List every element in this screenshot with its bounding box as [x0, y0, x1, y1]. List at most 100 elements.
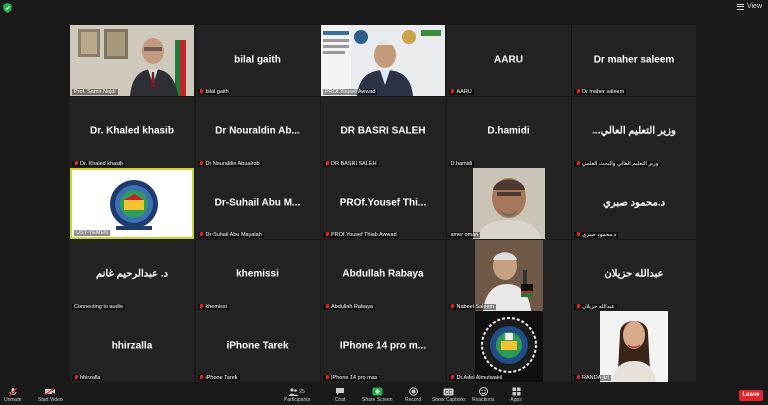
muted-mic-icon — [451, 89, 455, 95]
participant-tile[interactable]: PROf.Yousef Awwad — [321, 25, 445, 96]
apps-button[interactable]: Apps — [510, 386, 522, 403]
participant-tile[interactable]: عبدالله حزيلان عبدالله حزيلان — [572, 239, 696, 311]
reactions-smiley-icon — [477, 386, 489, 397]
participant-name-label: Dr Nouraldin Abualrob — [197, 160, 262, 167]
participant-tile[interactable]: amer omari — [446, 168, 571, 239]
participant-name-label: iPhone Tarek — [197, 375, 240, 381]
muted-mic-icon — [325, 160, 329, 167]
participant-photo — [446, 239, 571, 311]
participant-video — [321, 25, 445, 96]
participant-name: د. عبدالرحيم غانم — [96, 268, 168, 280]
muted-mic-icon — [451, 303, 455, 310]
participant-name: hhirzalla — [111, 339, 153, 351]
participant-name-label: khemissi — [197, 303, 229, 310]
svg-text:CC: CC — [445, 390, 453, 396]
participant-tile[interactable]: D.hamidi D.hamidi — [446, 96, 571, 168]
participant-tile[interactable]: د.محمود صبري د.محمود صبري — [572, 168, 696, 239]
muted-mic-icon — [200, 303, 204, 310]
participant-name-label: bilal gaith — [197, 89, 231, 95]
participant-name-label: Dr maher saleem — [574, 89, 627, 95]
view-button[interactable]: View — [736, 3, 762, 10]
participant-tile[interactable]: د. عبدالرحيم غانم Connecting to audio — [70, 239, 194, 311]
participant-name-label: D.hamidi — [448, 160, 475, 167]
organization-logo — [446, 311, 571, 382]
university-logo — [72, 170, 192, 237]
participant-name: Dr maher saleem — [593, 53, 675, 65]
participant-name-label: PROf.Yousef Awwad — [323, 89, 378, 95]
muted-mic-icon — [74, 375, 78, 381]
participant-tile[interactable]: khemissi khemissi — [195, 239, 320, 311]
participant-name-label: hhirzalla — [72, 375, 103, 381]
share-screen-button[interactable]: Share Screen — [362, 386, 393, 403]
reactions-button[interactable]: Reactions — [472, 386, 494, 403]
participant-tile[interactable]: IPhone 14 pro m... IPhone 14 pro max — [321, 311, 445, 382]
participant-tile[interactable]: Dr-Suhail Abu M... Dr-Suhail Abu Mayalah — [195, 168, 320, 239]
participant-name-label: Dr-Suhail Abu Mayalah — [197, 232, 264, 238]
top-bar: View — [0, 0, 768, 20]
participant-tile[interactable]: Dr.Adel Almutwakil — [446, 311, 571, 382]
participant-name-label: Nabeel Saleem — [448, 303, 497, 310]
participant-name-label: وزير التعليم العالي والبحث العلمي — [574, 160, 661, 167]
participant-tile-active-speaker[interactable]: UST-YEMEN — [70, 168, 194, 239]
participant-status-label: Connecting to audio — [72, 303, 125, 310]
participant-name-label: IPhone 14 pro max — [323, 375, 380, 381]
participant-name-label: د.محمود صبري — [574, 232, 619, 238]
view-grid-icon — [736, 3, 744, 10]
meeting-toolbar: Unmute Start Video 25 Participants Chat … — [0, 385, 768, 405]
muted-mic-icon — [325, 303, 329, 310]
participant-tile[interactable]: Abdullah Rabaya Abdullah Rabaya — [321, 239, 445, 311]
muted-mic-icon — [200, 160, 204, 167]
unmute-button[interactable]: Unmute — [4, 386, 22, 403]
record-button[interactable]: Record — [405, 386, 421, 403]
participant-name-label: DR BASRI SALEH — [323, 160, 379, 167]
participants-icon: 25 — [287, 386, 307, 397]
participant-name-label: PROf.Yousef Thiab Awwad — [323, 232, 399, 238]
muted-mic-icon — [200, 232, 204, 238]
show-captions-button[interactable]: CC Show Captions — [432, 386, 466, 403]
chat-button[interactable]: Chat — [334, 386, 346, 403]
participant-tile[interactable]: Prof. Samir Najdi — [70, 25, 194, 96]
start-video-button[interactable]: Start Video — [38, 386, 63, 403]
participant-tile[interactable]: PROf.Yousef Thi... PROf.Yousef Thiab Aww… — [321, 168, 445, 239]
participant-name: D.hamidi — [487, 125, 530, 137]
participant-name-label: amer omari — [448, 232, 481, 238]
participant-tile[interactable]: iPhone Tarek iPhone Tarek — [195, 311, 320, 382]
participant-name: AARU — [494, 53, 523, 65]
participant-tile[interactable]: Dr maher saleem Dr maher saleem — [572, 25, 696, 96]
muted-mic-icon — [74, 160, 78, 167]
participant-name-label: Dr.Adel Almutwakil — [448, 375, 505, 381]
participant-tile[interactable]: RANDA jizi — [572, 311, 696, 382]
participant-tile[interactable]: Dr. Khaled khasib Dr. Khaled khasib — [70, 96, 194, 168]
record-icon — [407, 386, 419, 397]
participant-name: IPhone 14 pro m... — [339, 339, 427, 351]
muted-mic-icon — [576, 160, 580, 167]
captions-icon: CC — [443, 386, 455, 397]
participant-name: PROf.Yousef Thi... — [339, 196, 427, 208]
participant-name: عبدالله حزيلان — [604, 268, 664, 280]
participant-photo — [446, 168, 571, 239]
participant-name: iPhone Tarek — [226, 339, 289, 351]
participant-name-label: عبدالله حزيلان — [574, 303, 617, 310]
participant-name-label: Abdullah Rabaya — [323, 303, 375, 310]
participant-tile[interactable]: hhirzalla hhirzalla — [70, 311, 194, 382]
participant-video — [70, 25, 194, 96]
participant-name: Dr Nouraldin Ab... — [215, 125, 300, 137]
participant-tile[interactable]: bilal gaith bilal gaith — [195, 25, 320, 96]
participant-tile[interactable]: AARU AARU — [446, 25, 571, 96]
participant-tile[interactable]: DR BASRI SALEH DR BASRI SALEH — [321, 96, 445, 168]
participant-tile[interactable]: Nabeel Saleem — [446, 239, 571, 311]
participant-name: DR BASRI SALEH — [340, 125, 426, 137]
muted-microphone-icon — [7, 386, 19, 397]
participant-tile[interactable]: Dr Nouraldin Ab... Dr Nouraldin Abualrob — [195, 96, 320, 168]
video-off-icon — [44, 386, 56, 397]
participants-button[interactable]: 25 Participants — [284, 386, 310, 403]
muted-mic-icon — [576, 303, 580, 310]
participant-name: Dr-Suhail Abu M... — [214, 196, 301, 208]
security-shield-icon[interactable] — [3, 3, 12, 13]
participant-name: وزير التعليم العالي... — [592, 125, 676, 137]
participant-photo — [572, 311, 696, 382]
leave-button[interactable]: Leave — [739, 390, 763, 401]
participant-tile[interactable]: وزير التعليم العالي... وزير التعليم العا… — [572, 96, 696, 168]
participant-name-label: RANDA jizi — [574, 375, 611, 381]
chat-icon — [334, 386, 346, 397]
